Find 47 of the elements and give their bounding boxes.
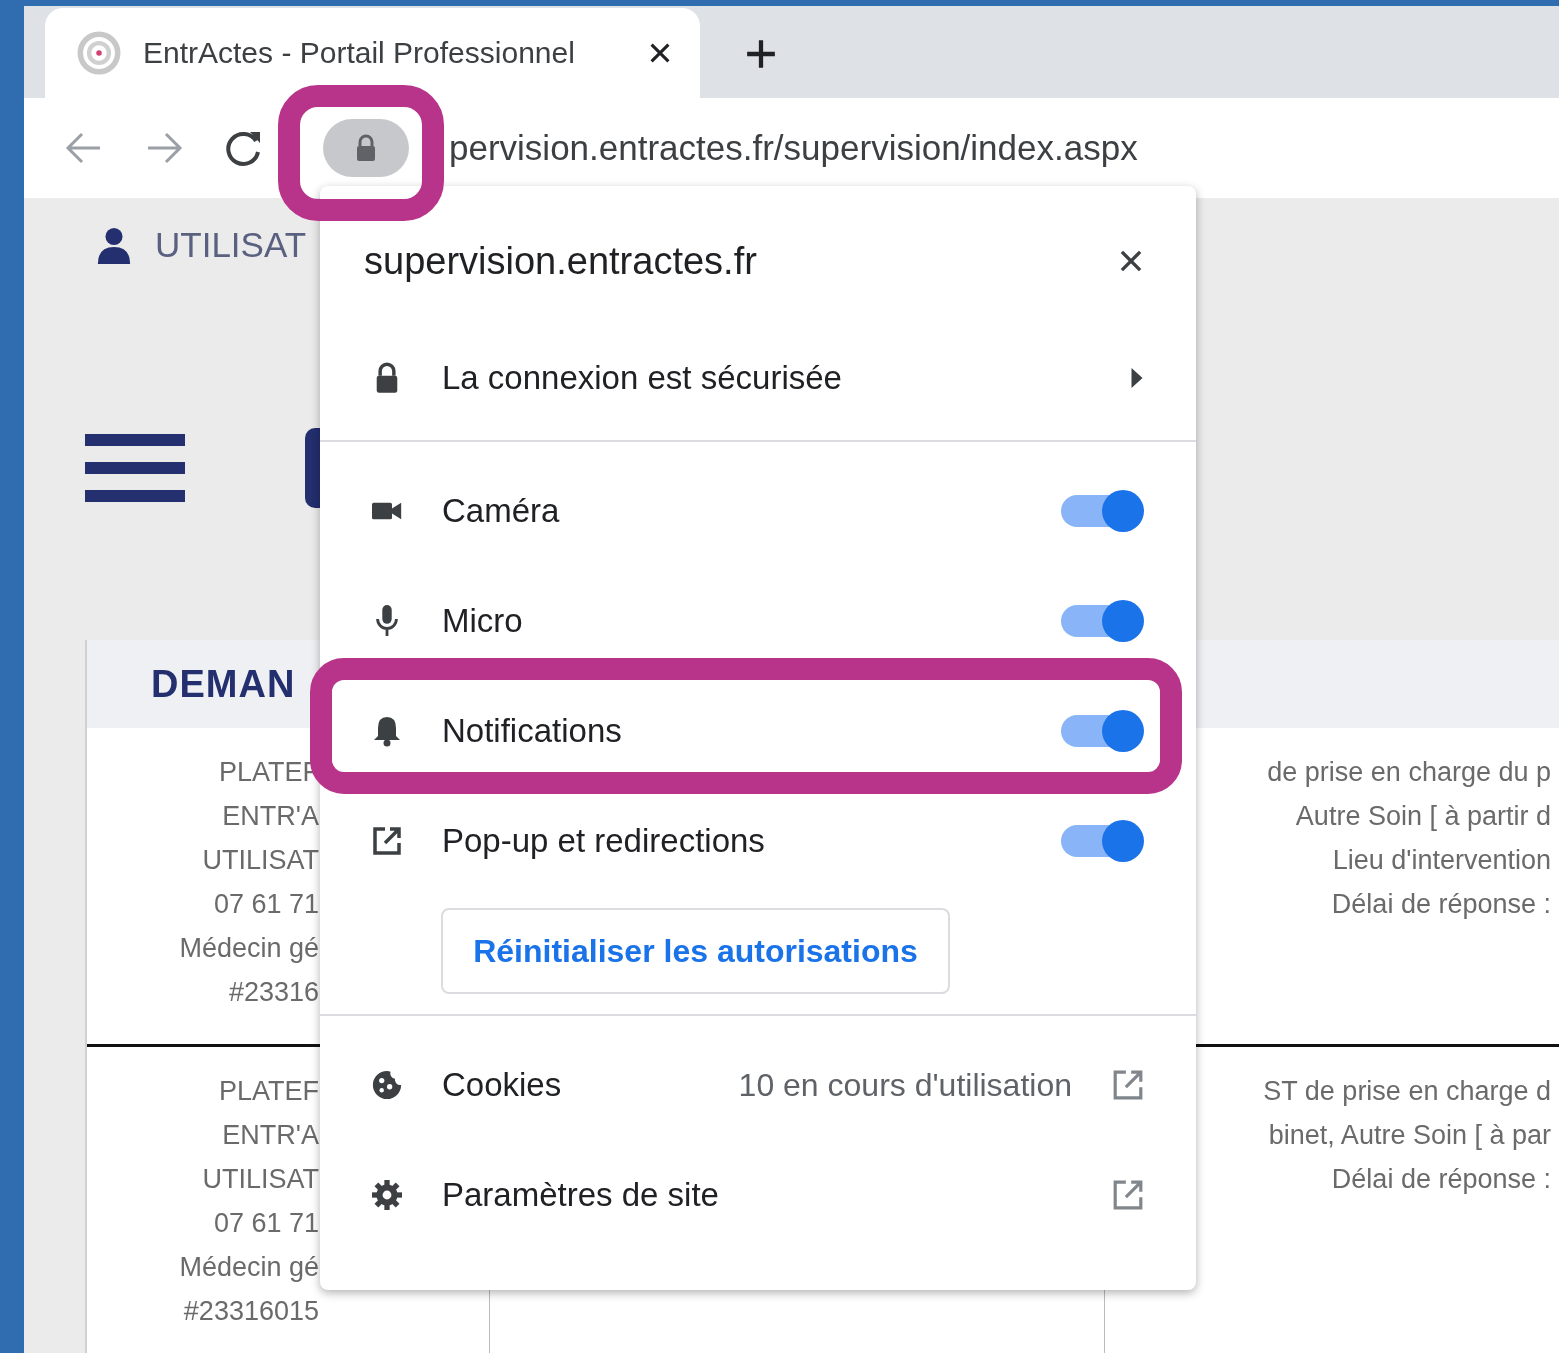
cell-text: Médecin gé [179,1251,319,1284]
cell-text: Délai de réponse : [1331,888,1551,921]
cell-text: de prise en charge du p [1267,756,1551,789]
cell-text: Lieu d'intervention [1332,844,1551,877]
cell-text: Médecin gé [179,932,319,965]
cell-text: ENTR'A [222,800,319,833]
close-icon[interactable] [1118,248,1144,274]
connection-row[interactable]: La connexion est sécurisée [320,336,1196,420]
cell-text: Autre Soin [ à partir d [1295,800,1551,833]
menu-icon[interactable] [85,434,185,502]
cell-text: #23316 [228,976,319,1009]
cell-text: 07 61 71 [213,1207,319,1240]
settings-icon [372,1179,402,1211]
new-tab-icon[interactable] [745,38,777,70]
cookies-row[interactable]: Cookies 10 en cours d'utilisation [320,1030,1196,1140]
browser-tab[interactable]: EntrActes - Portail Professionnel [45,8,700,98]
external-link-icon [1112,1069,1144,1101]
external-link-icon [1112,1179,1144,1211]
cell-text: binet, Autre Soin [ à par [1268,1119,1551,1152]
bell-icon [372,715,402,747]
site-domain: supervision.entractes.fr [364,239,758,283]
external-link-icon [372,825,402,857]
cell-text: ST de prise en charge d [1263,1075,1551,1108]
lock-icon [354,134,378,162]
permission-label: Micro [442,602,524,640]
cell-text: ENTR'A [222,1119,319,1152]
close-icon[interactable] [648,41,672,65]
cell-text: UTILISAT [202,844,319,877]
site-info-button[interactable] [323,119,409,177]
user-label: UTILISAT [155,225,307,265]
cell-text: 07 61 71 [213,888,319,921]
cookie-icon [372,1069,402,1101]
expand-arrow-icon [1130,367,1144,389]
address-bar[interactable]: pervision.entractes.fr/supervision/index.aspx [449,128,1138,168]
cell-text: Délai de réponse : [1331,1163,1551,1196]
permission-label: Pop-up et redirections [442,822,766,860]
cell-text: #23316015 [183,1295,319,1328]
cell-text: PLATEF [218,1075,319,1108]
user-icon [95,225,133,265]
cell-text: PLATEF [218,756,319,789]
permission-label: Caméra [442,492,561,530]
cell-text: UTILISAT [202,1163,319,1196]
reset-permissions-button[interactable]: Réinitialiser les autorisations [441,908,950,994]
logo-icon [77,31,121,75]
site-settings-row[interactable]: Paramètres de site [320,1140,1196,1250]
panel-title: DEMAN [151,662,296,706]
permission-label: Notifications [442,712,623,750]
